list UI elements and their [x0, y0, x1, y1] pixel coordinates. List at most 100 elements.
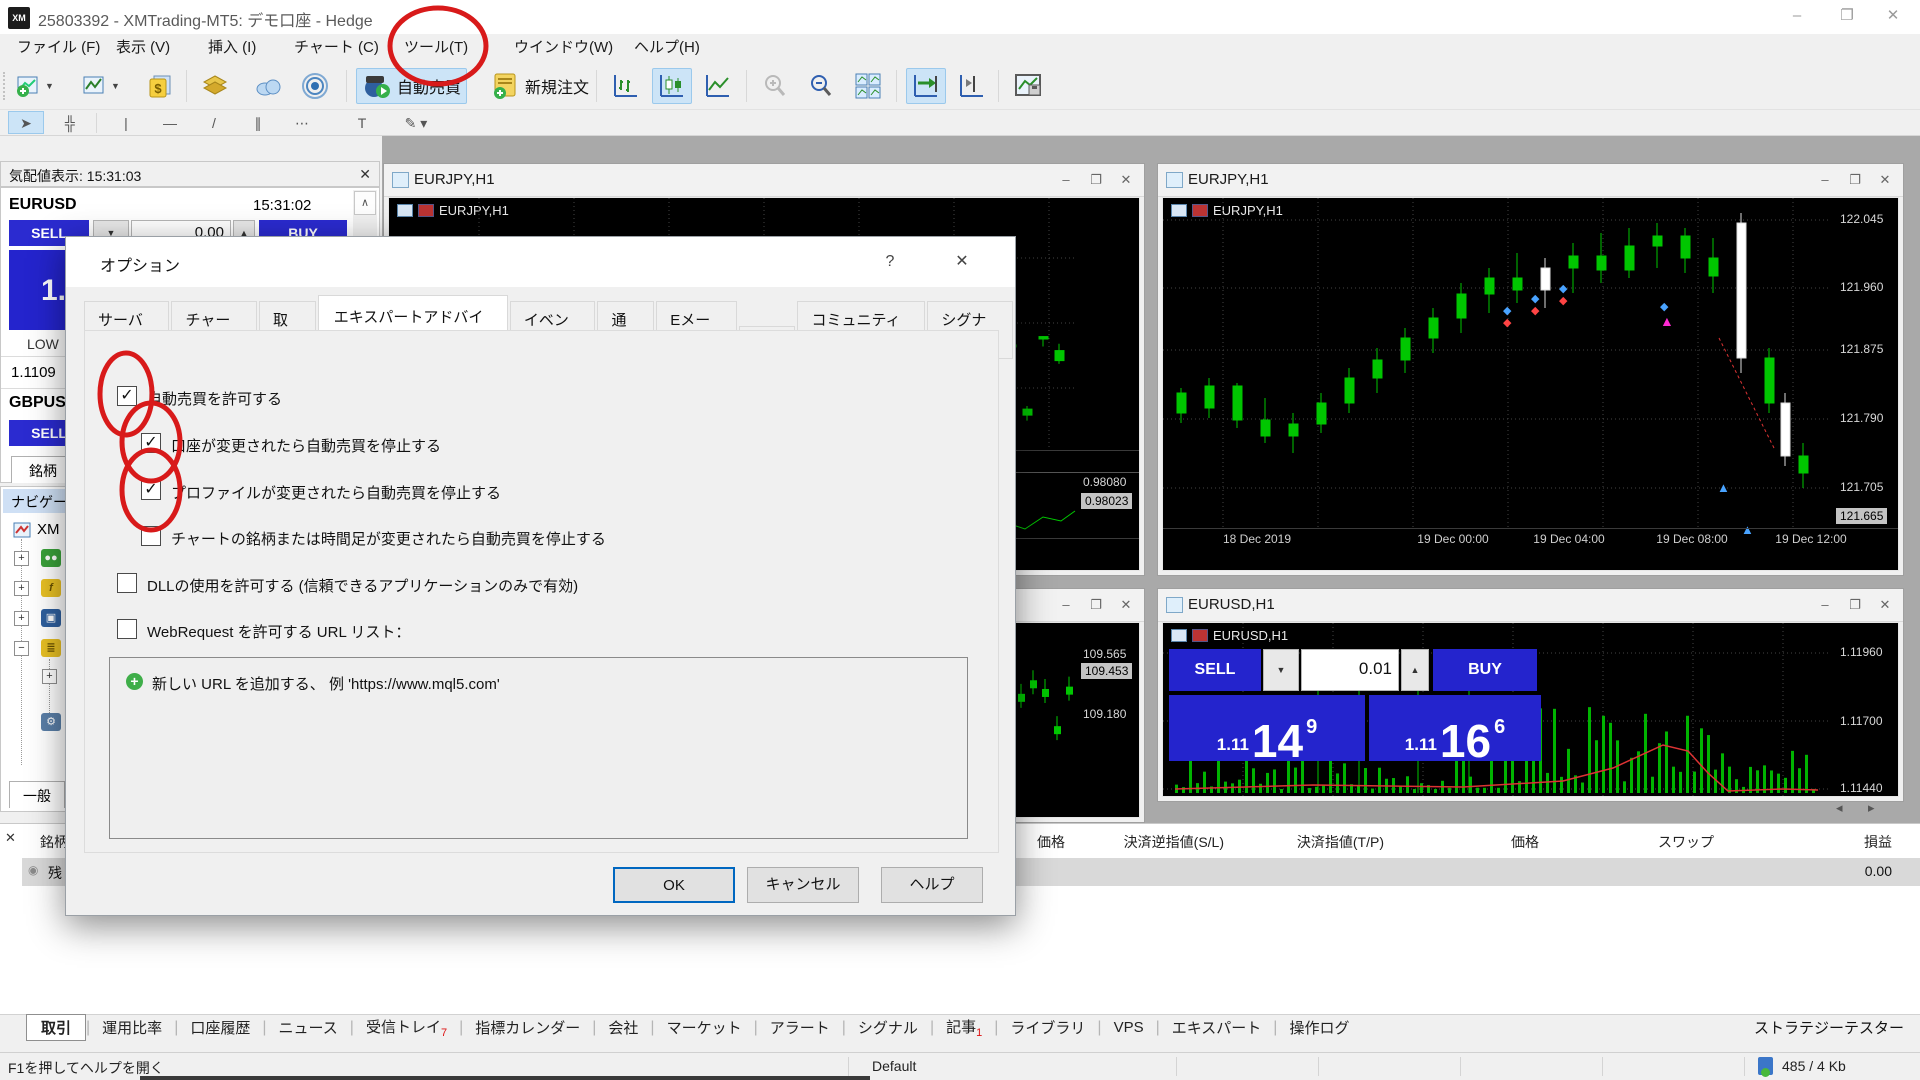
col-profit[interactable]: 損益 — [1864, 832, 1892, 852]
close-icon[interactable]: ✕ — [359, 166, 371, 183]
menu-chart[interactable]: チャート (C) — [294, 36, 379, 60]
trendline-tool[interactable]: / — [196, 111, 232, 134]
col-price-current[interactable]: 価格 — [1511, 832, 1539, 852]
menu-insert[interactable]: 挿入 (I) — [208, 36, 256, 60]
tab-mailbox[interactable]: 受信トレイ7 — [354, 1016, 459, 1039]
one-click-icon[interactable] — [1171, 629, 1187, 642]
checkbox-disable-on-profile-change[interactable]: ✓ — [141, 480, 161, 500]
maximize-icon[interactable]: ❐ — [1841, 172, 1869, 188]
profile-name[interactable]: Default — [872, 1058, 916, 1074]
tab-common[interactable]: 一般 — [9, 781, 65, 808]
auto-trading-button[interactable]: 自動売買 — [356, 68, 467, 104]
depth-icon[interactable] — [1192, 629, 1208, 642]
profiles-button[interactable]: ▼ — [76, 68, 126, 104]
maximize-button[interactable]: ❐ — [1824, 0, 1870, 32]
tab-alerts[interactable]: アラート — [758, 1017, 842, 1038]
shapes-tool[interactable]: ✎ ▾ — [392, 111, 440, 134]
col-symbol[interactable]: 銘柄 — [40, 832, 68, 852]
horizontal-line-tool[interactable]: — — [152, 111, 188, 134]
dropdown-caret-icon[interactable]: ▼ — [45, 81, 54, 91]
mdi-scroll-right-icon[interactable]: ▸ — [1868, 800, 1875, 816]
dropdown-caret-icon[interactable]: ▼ — [111, 81, 120, 91]
checkbox-disable-on-symbol-change[interactable] — [141, 526, 161, 546]
checkbox-allow-dll[interactable] — [117, 573, 137, 593]
checkbox-allow-webrequest[interactable] — [117, 619, 137, 639]
chart-window-titlebar[interactable]: EURUSD,H1 – ❐ ✕ — [1158, 589, 1903, 622]
scroll-up-icon[interactable]: ∧ — [354, 191, 376, 215]
services-gear-icon[interactable]: ⚙ — [41, 713, 61, 731]
dialog-help-icon[interactable]: ? — [873, 249, 907, 275]
crosshair-tool[interactable]: ╬ — [52, 111, 88, 134]
help-button[interactable]: ヘルプ — [881, 867, 983, 903]
chart-shift-button[interactable] — [952, 68, 992, 104]
text-tool[interactable]: T — [344, 111, 380, 134]
chart-body[interactable]: EURJPY,H1 122.045 121.960 121.875 121.79… — [1162, 197, 1899, 571]
buy-button[interactable]: BUY — [1433, 649, 1537, 691]
cancel-button[interactable]: キャンセル — [747, 867, 859, 903]
tab-news[interactable]: ニュース — [267, 1017, 350, 1038]
new-order-button[interactable]: 新規注文 — [486, 68, 595, 104]
tab-signals[interactable]: シグナル — [846, 1017, 930, 1038]
tab-trade[interactable]: 取引 — [26, 1014, 86, 1041]
data-window-button[interactable] — [196, 68, 234, 104]
tab-market[interactable]: マーケット — [655, 1017, 754, 1038]
sell-button[interactable]: SELL — [1169, 649, 1261, 691]
expand-subfolder-icon[interactable]: + — [42, 669, 57, 684]
market-watch-button[interactable]: $ — [142, 68, 180, 104]
strategy-tester-label[interactable]: ストラテジーテスター — [1754, 1017, 1904, 1038]
minimize-icon[interactable]: – — [1052, 597, 1080, 612]
channel-tool[interactable]: ∥ — [240, 111, 276, 134]
zoom-out-button[interactable] — [802, 68, 840, 104]
volume-field[interactable]: 0.01 — [1301, 649, 1399, 691]
tab-calendar[interactable]: 指標カレンダー — [463, 1017, 592, 1038]
cursor-tool[interactable]: ➤ — [8, 111, 44, 134]
new-chart-button[interactable]: ▼ — [10, 68, 60, 104]
tab-library[interactable]: ライブラリ — [998, 1017, 1097, 1038]
chart-window-eurjpy[interactable]: EURJPY,H1 – ❐ ✕ EURJPY,H1 122.045 121.96… — [1157, 163, 1904, 576]
checkbox-disable-on-account-change[interactable]: ✓ — [141, 433, 161, 453]
volume-down-button[interactable]: ▼ — [1263, 649, 1299, 691]
experts-icon[interactable]: ▣ — [41, 609, 61, 627]
close-button[interactable]: ✕ — [1870, 0, 1916, 32]
tab-history[interactable]: 口座履歴 — [178, 1017, 262, 1038]
indicators-icon[interactable]: f — [41, 579, 61, 597]
tab-exposure[interactable]: 運用比率 — [90, 1017, 174, 1038]
minimize-icon[interactable]: – — [1052, 172, 1080, 187]
tab-experts[interactable]: エキスパート — [1160, 1017, 1274, 1038]
zoom-in-button[interactable] — [756, 68, 794, 104]
add-url-hint[interactable]: 新しい URL を追加する、 例 'https://www.mql5.com' — [152, 673, 500, 694]
candlestick-chart-button[interactable] — [652, 68, 692, 104]
close-icon[interactable]: ✕ — [1871, 172, 1899, 188]
expand-experts-icon[interactable]: + — [14, 611, 29, 626]
traffic-stats[interactable]: 485 / 4 Kb — [1782, 1058, 1846, 1074]
col-sl[interactable]: 決済逆指値(S/L) — [1124, 832, 1224, 852]
chart-window-titlebar[interactable]: EURJPY,H1 – ❐ ✕ — [1158, 164, 1903, 197]
mdi-scroll-left-icon[interactable]: ◂ — [1836, 800, 1843, 816]
volume-up-button[interactable]: ▲ — [1401, 649, 1429, 691]
line-chart-button[interactable] — [698, 68, 738, 104]
add-url-icon[interactable]: + — [126, 673, 143, 690]
chart-body[interactable]: EURUSD,H1 SELL ▼ 0.01 ▲ BUY 1.11 14 9 1.… — [1162, 622, 1899, 797]
ok-button[interactable]: OK — [613, 867, 735, 903]
cloud-button[interactable] — [248, 68, 288, 104]
save-template-button[interactable] — [1008, 68, 1050, 104]
chart-window-titlebar[interactable]: EURJPY,H1 – ❐ ✕ — [384, 164, 1144, 197]
expand-accounts-icon[interactable]: + — [14, 551, 29, 566]
tab-company[interactable]: 会社 — [596, 1017, 650, 1038]
accounts-icon[interactable]: ●● — [41, 549, 61, 567]
url-list-box[interactable]: + 新しい URL を追加する、 例 'https://www.mql5.com… — [109, 657, 968, 839]
close-icon[interactable]: ✕ — [1112, 597, 1140, 613]
tile-windows-button[interactable] — [848, 68, 888, 104]
signals-button[interactable] — [296, 68, 334, 104]
ask-price-panel[interactable]: 1.11 16 6 — [1369, 695, 1541, 761]
chart-window-eurusd[interactable]: EURUSD,H1 – ❐ ✕ EURUSD,H1 SELL ▼ 0.01 ▲ … — [1157, 588, 1904, 802]
dialog-titlebar[interactable]: オプション ? ✕ — [66, 237, 1015, 287]
bar-chart-button[interactable] — [606, 68, 646, 104]
toolbar-grip[interactable] — [3, 72, 7, 100]
menu-window[interactable]: ウインドウ(W) — [514, 36, 613, 60]
menu-help[interactable]: ヘルプ(H) — [634, 36, 700, 60]
dialog-close-icon[interactable]: ✕ — [945, 249, 979, 275]
bid-price-panel[interactable]: 1.11 14 9 — [1169, 695, 1365, 761]
close-icon[interactable]: ✕ — [5, 830, 16, 846]
expand-indicators-icon[interactable]: + — [14, 581, 29, 596]
